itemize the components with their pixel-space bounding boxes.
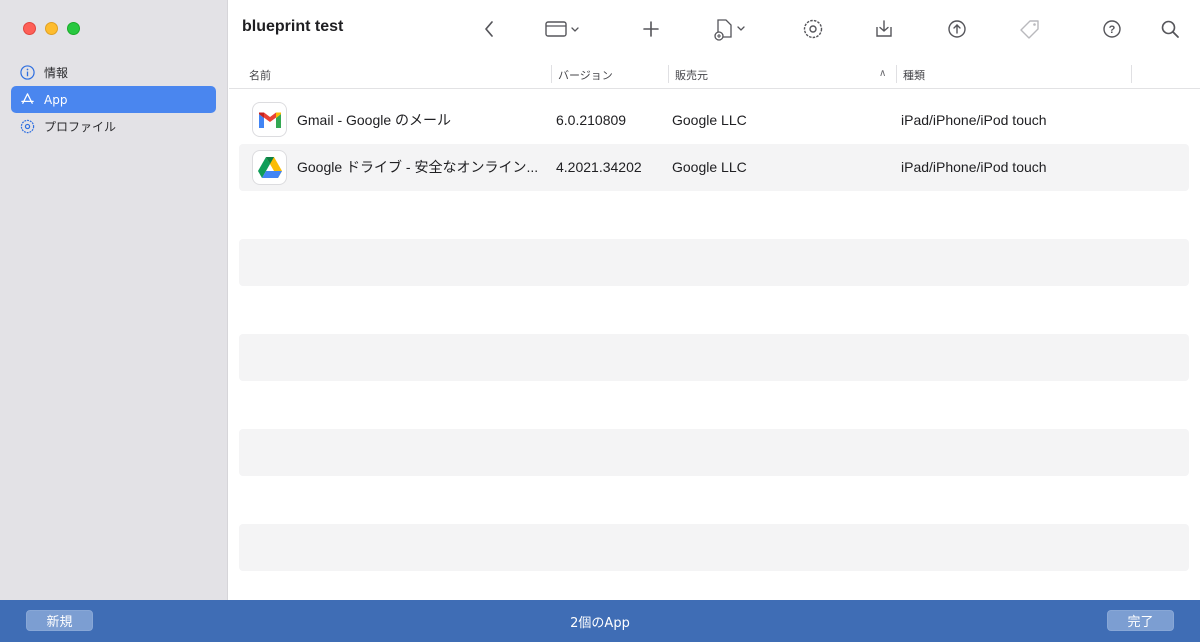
app-store-icon xyxy=(19,92,35,108)
empty-row xyxy=(239,523,1189,571)
sort-ascending-icon: ∧ xyxy=(879,68,887,79)
status-text: 2個のApp xyxy=(570,615,630,631)
add-file-button[interactable] xyxy=(711,14,751,44)
sidebar-item-info[interactable]: 情報 xyxy=(11,59,216,86)
sidebar-item-label: プロファイル xyxy=(44,120,117,134)
add-file-icon xyxy=(714,19,745,41)
empty-row xyxy=(239,476,1189,524)
column-header-version[interactable]: バージョン xyxy=(551,61,613,89)
back-button[interactable] xyxy=(477,14,501,44)
bottom-bar: 2個のApp 新規 完了 xyxy=(0,600,1200,642)
tag-icon xyxy=(1020,20,1039,39)
column-divider[interactable] xyxy=(1131,65,1132,83)
zoom-window-button[interactable] xyxy=(67,22,80,35)
sidebar: 情報 App プロファイル xyxy=(0,0,228,600)
sidebar-list: 情報 App プロファイル xyxy=(11,59,216,140)
empty-row xyxy=(239,333,1189,381)
empty-row xyxy=(239,238,1189,286)
upload-button[interactable] xyxy=(945,14,969,44)
column-header-label: 名前 xyxy=(249,69,271,82)
gmail-icon xyxy=(252,102,287,137)
app-table: Gmail - Google のメール 6.0.210809 Google LL… xyxy=(239,96,1189,571)
column-header-kind[interactable]: 種類 xyxy=(896,61,925,89)
window-title: blueprint test xyxy=(242,18,344,35)
app-name: Gmail - Google のメール xyxy=(297,111,452,128)
google-drive-icon xyxy=(252,149,287,185)
chevron-left-icon xyxy=(485,21,493,37)
empty-row xyxy=(239,428,1189,476)
plus-icon xyxy=(643,21,659,37)
app-vendor: Google LLC xyxy=(672,111,747,128)
svg-text:?: ? xyxy=(1109,24,1116,36)
column-header-label: 種類 xyxy=(903,69,925,82)
app-kind: iPad/iPhone/iPod touch xyxy=(901,111,1047,128)
gear-icon xyxy=(803,19,823,39)
sidebar-item-app[interactable]: App xyxy=(11,86,216,113)
app-version: 6.0.210809 xyxy=(556,111,627,128)
empty-row xyxy=(239,191,1189,239)
add-button[interactable] xyxy=(639,14,663,44)
help-icon: ? xyxy=(1103,20,1121,38)
upload-icon xyxy=(948,20,966,38)
empty-row xyxy=(239,381,1189,429)
gear-icon xyxy=(19,119,35,135)
info-icon xyxy=(19,65,35,81)
search-button[interactable] xyxy=(1158,14,1182,44)
table-header: 名前 バージョン 販売元 ∧ 種類 xyxy=(229,61,1200,89)
table-row[interactable]: Google ドライブ - 安全なオンライン... 4.2021.34202 G… xyxy=(239,143,1189,191)
app-version: 4.2021.34202 xyxy=(556,159,642,175)
sidebar-item-profile[interactable]: プロファイル xyxy=(11,113,216,140)
done-button[interactable]: 完了 xyxy=(1107,610,1174,631)
help-button[interactable]: ? xyxy=(1100,14,1124,44)
view-menu-button[interactable] xyxy=(543,14,583,44)
app-vendor: Google LLC xyxy=(672,159,747,175)
column-header-vendor[interactable]: 販売元 xyxy=(668,61,708,89)
column-header-name[interactable]: 名前 xyxy=(242,61,271,89)
column-header-label: バージョン xyxy=(558,69,613,82)
main-content: blueprint test ? 名前 バージョン 販売元 ∧ 種類 Gmail… xyxy=(229,0,1200,600)
sidebar-item-label: 情報 xyxy=(44,66,69,80)
column-header-label: 販売元 xyxy=(675,69,708,82)
app-name: Google ドライブ - 安全なオンライン... xyxy=(297,159,539,175)
table-row[interactable]: Gmail - Google のメール 6.0.210809 Google LL… xyxy=(239,96,1189,144)
tag-button[interactable] xyxy=(1017,14,1043,44)
window-icon xyxy=(545,21,579,37)
download-icon xyxy=(876,20,892,37)
settings-button[interactable] xyxy=(800,14,826,44)
empty-row xyxy=(239,286,1189,334)
search-icon xyxy=(1161,20,1179,38)
new-button[interactable]: 新規 xyxy=(26,610,93,631)
window-controls xyxy=(23,22,80,35)
sidebar-item-label: App xyxy=(44,92,68,107)
minimize-window-button[interactable] xyxy=(45,22,58,35)
close-window-button[interactable] xyxy=(23,22,36,35)
download-button[interactable] xyxy=(872,14,896,44)
app-kind: iPad/iPhone/iPod touch xyxy=(901,159,1047,175)
